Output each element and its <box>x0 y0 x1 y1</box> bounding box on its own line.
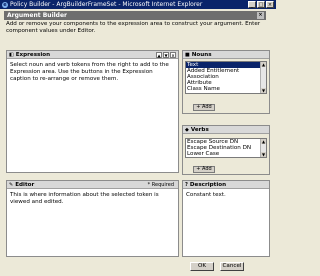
description-title: Description <box>189 181 227 188</box>
window-controls: _ □ × <box>248 1 274 8</box>
argument-builder-title: Argument Builder <box>7 12 67 19</box>
remove-icon[interactable]: × <box>170 52 176 58</box>
nouns-title: Nouns <box>191 51 212 58</box>
minimize-button[interactable]: _ <box>248 1 256 8</box>
nouns-icon: ■ <box>185 51 190 58</box>
expression-body: Select noun and verb tokens from the rig… <box>10 62 169 82</box>
cancel-button[interactable]: Cancel <box>220 262 244 271</box>
expression-panel: ◧ Expression ▲ ▼ × Select noun and verb … <box>6 50 179 173</box>
window-titlebar: e Policy Builder - ArgBuilderFrameSet - … <box>0 0 276 9</box>
description-body: Constant text. <box>186 192 226 198</box>
scroll-down-icon[interactable]: ▼ <box>261 88 266 93</box>
verbs-panel: ◆ Verbs Escape Source DN Escape Destinat… <box>182 125 270 175</box>
verbs-header: ◆ Verbs <box>183 126 269 134</box>
expression-controls: ▲ ▼ × <box>156 52 176 58</box>
expression-title: Expression <box>15 51 51 58</box>
close-button[interactable]: × <box>266 1 274 8</box>
verbs-title: Verbs <box>190 126 209 133</box>
verb-item[interactable]: Lower Case <box>186 151 266 157</box>
nouns-scrollbar[interactable]: ▲ ▼ <box>260 62 266 93</box>
ie-icon: e <box>2 1 8 8</box>
expression-header: ◧ Expression ▲ ▼ × <box>7 51 178 59</box>
add-noun-button[interactable]: + Add <box>193 104 215 111</box>
noun-item[interactable]: Class Name <box>186 86 266 92</box>
nouns-panel: ■ Nouns Text Added Entitlement Associati… <box>182 50 270 114</box>
close-icon[interactable]: × <box>257 12 264 19</box>
add-verb-button[interactable]: + Add <box>193 166 215 173</box>
move-down-icon[interactable]: ▼ <box>163 52 169 58</box>
editor-header: ✎ Editor * Required <box>7 181 178 189</box>
scroll-up-icon[interactable]: ▲ <box>261 139 266 144</box>
description-panel: ? Description Constant text. <box>182 180 270 257</box>
editor-body: This is where information about the sele… <box>10 192 159 205</box>
nouns-header: ■ Nouns <box>183 51 269 59</box>
move-up-icon[interactable]: ▲ <box>156 52 162 58</box>
nouns-listbox[interactable]: Text Added Entitlement Association Attri… <box>185 61 267 94</box>
verbs-icon: ◆ <box>185 126 189 133</box>
editor-panel: ✎ Editor * Required This is where inform… <box>6 180 179 257</box>
required-label: * Required <box>147 182 174 188</box>
ok-button[interactable]: OK <box>190 262 214 271</box>
scroll-up-icon[interactable]: ▲ <box>261 62 266 67</box>
editor-title: Editor <box>15 181 35 188</box>
scroll-down-icon[interactable]: ▼ <box>261 152 266 157</box>
verbs-listbox[interactable]: Escape Source DN Escape Destination DN L… <box>185 138 267 158</box>
description-header: ? Description <box>183 181 269 189</box>
maximize-button[interactable]: □ <box>257 1 265 8</box>
verbs-scrollbar[interactable]: ▲ ▼ <box>260 139 266 157</box>
editor-icon: ✎ <box>9 181 14 188</box>
info-icon: ? <box>185 181 188 188</box>
expression-icon: ◧ <box>9 51 14 58</box>
builder-instructions: Add or remove your components to the exp… <box>6 21 261 34</box>
argument-builder-header: Argument Builder × <box>4 11 266 20</box>
window-title: Policy Builder - ArgBuilderFrameSet - Mi… <box>10 1 203 8</box>
